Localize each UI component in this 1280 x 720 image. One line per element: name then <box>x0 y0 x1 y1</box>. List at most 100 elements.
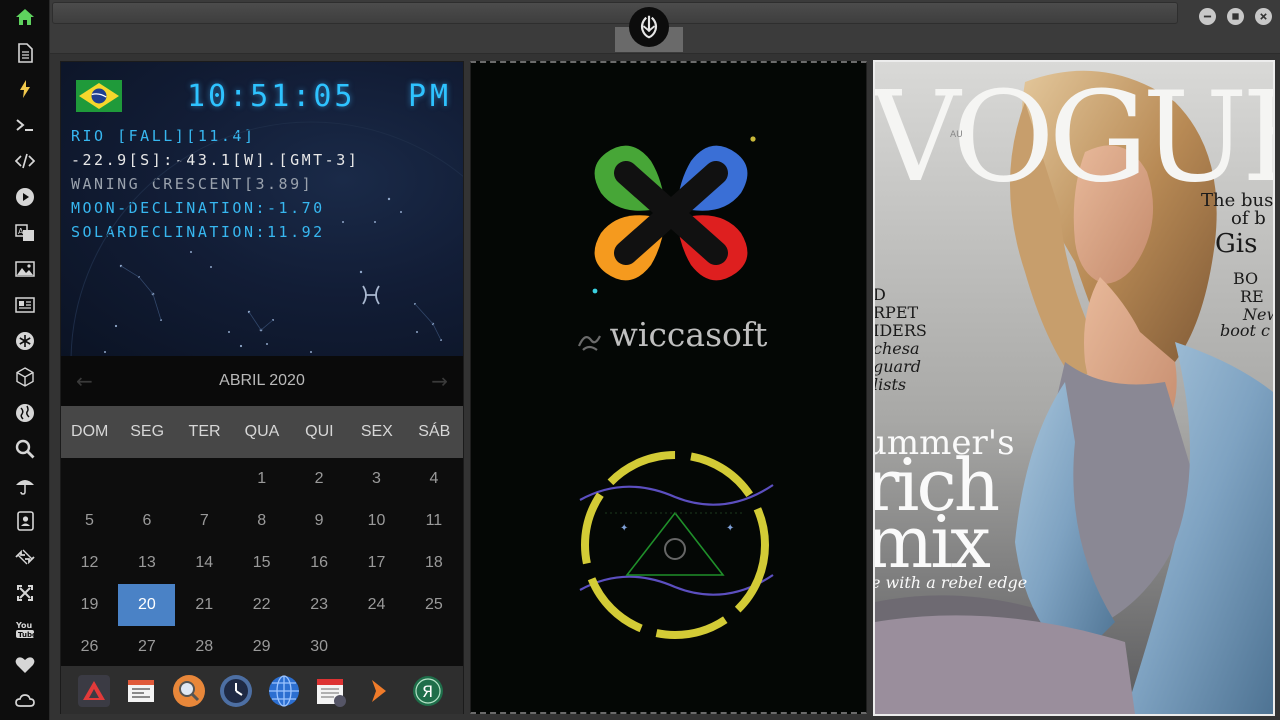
weekday-mon: SEG <box>130 423 165 440</box>
browser-app-icon[interactable] <box>267 674 301 708</box>
svg-text:Gis: Gis <box>1215 229 1257 259</box>
masthead: VOGUE <box>875 65 1273 210</box>
app-dock: Я <box>61 666 463 714</box>
cube-icon[interactable] <box>12 364 38 390</box>
calendar-day[interactable]: 24 <box>348 584 405 626</box>
radiance-app-icon[interactable] <box>77 674 111 708</box>
svg-text:mix: mix <box>875 500 990 584</box>
calendar-day[interactable]: 12 <box>61 542 118 584</box>
calendar-app-icon[interactable] <box>314 674 348 708</box>
svg-text:RPET: RPET <box>875 303 918 322</box>
cloud-icon[interactable] <box>12 688 38 714</box>
svg-text:Tube: Tube <box>18 631 35 639</box>
calendar-day[interactable]: 13 <box>118 542 175 584</box>
yandex-app-icon[interactable]: Я <box>411 674 445 708</box>
aperture-icon[interactable] <box>12 328 38 354</box>
calendar-day[interactable]: 14 <box>176 542 233 584</box>
heart-icon[interactable] <box>12 652 38 678</box>
svg-text:guard: guard <box>875 357 921 376</box>
calendar-day[interactable]: 10 <box>348 500 405 542</box>
prev-month-icon[interactable]: ← <box>76 369 93 393</box>
weekday-wed: QUA <box>244 423 280 440</box>
rebel-alliance-icon[interactable] <box>629 7 669 47</box>
calendar-day[interactable]: 8 <box>233 500 290 542</box>
calendar-day[interactable]: 16 <box>291 542 348 584</box>
maximize-button[interactable] <box>1227 8 1244 25</box>
calendar-day[interactable]: 25 <box>405 584 462 626</box>
calendar-day[interactable]: 2 <box>291 458 348 500</box>
pisces-zodiac-icon <box>357 280 387 316</box>
svg-text:D: D <box>875 285 886 304</box>
lightning-icon[interactable] <box>12 76 38 102</box>
svg-text:boot c: boot c <box>1220 321 1270 340</box>
logo-panel: wiccasoft ✦ ✦ <box>470 61 867 714</box>
calendar-grid: 1 2 3 4 5 6 7 8 9 10 11 12 13 14 15 16 17 18 19 20 21 22 23 24 2… <box>61 458 463 666</box>
calendar-day[interactable]: 29 <box>233 626 290 668</box>
svg-text:IDERS: IDERS <box>875 321 927 340</box>
calendar-day[interactable]: 18 <box>405 542 462 584</box>
calendar-day[interactable]: 26 <box>61 626 118 668</box>
calendar-day[interactable]: 30 <box>291 626 348 668</box>
svg-text:A: A <box>18 227 24 236</box>
triangle-sigil-logo: ✦ ✦ <box>579 451 774 639</box>
calendar-day[interactable]: 19 <box>61 584 118 626</box>
arrow-app-icon[interactable] <box>362 674 396 708</box>
calendar-day[interactable]: 17 <box>348 542 405 584</box>
calendar-day[interactable]: 6 <box>118 500 175 542</box>
close-button[interactable] <box>1255 8 1272 25</box>
news-app-icon[interactable] <box>124 674 158 708</box>
svg-text:✦: ✦ <box>726 523 734 534</box>
sidebar: A You Tube <box>0 0 50 720</box>
magazine-cover-image: VOGUE AU The busi of b Gis BO RE New boo… <box>875 62 1273 714</box>
calendar-day[interactable]: 15 <box>233 542 290 584</box>
calendar-day[interactable]: 28 <box>176 626 233 668</box>
calendar-title: ABRIL 2020 <box>219 372 305 389</box>
clover-logo <box>592 136 756 294</box>
home-icon[interactable] <box>12 4 38 30</box>
address-bar[interactable] <box>52 2 1178 24</box>
svg-text:Я: Я <box>422 682 433 701</box>
calendar-day[interactable]: 23 <box>291 584 348 626</box>
terminal-icon[interactable] <box>12 112 38 138</box>
translate-icon[interactable]: A <box>12 220 38 246</box>
main-area: 10:51:05 PM RIO [FALL][11.4] -22.9[S]:-4… <box>50 54 1280 720</box>
exchange-icon[interactable] <box>12 544 38 570</box>
calendar-day[interactable]: 7 <box>176 500 233 542</box>
contacts-icon[interactable] <box>12 508 38 534</box>
play-icon[interactable] <box>12 184 38 210</box>
next-month-icon[interactable]: → <box>431 369 448 393</box>
clock-app-icon[interactable] <box>219 674 253 708</box>
calendar-day[interactable]: 27 <box>118 626 175 668</box>
calendar-day[interactable]: 22 <box>233 584 290 626</box>
document-icon[interactable] <box>12 40 38 66</box>
weekday-thu: QUI <box>305 423 334 440</box>
weekday-sat: SÁB <box>418 423 451 440</box>
calendar-day-today[interactable]: 20 <box>118 584 176 626</box>
news-icon[interactable] <box>12 292 38 318</box>
calendar-day[interactable]: 3 <box>348 458 405 500</box>
globe-icon[interactable] <box>12 400 38 426</box>
search-icon[interactable] <box>12 436 38 462</box>
calendar-day[interactable]: 21 <box>176 584 233 626</box>
calendar-day[interactable]: 4 <box>405 458 462 500</box>
weekday-tue: TER <box>188 423 221 440</box>
svg-text:You: You <box>15 621 33 630</box>
calendar-day[interactable]: 5 <box>61 500 118 542</box>
youtube-icon[interactable]: You Tube <box>12 616 38 642</box>
umbrella-icon[interactable] <box>12 472 38 498</box>
weekday-sun: DOM <box>71 423 109 440</box>
expand-icon[interactable] <box>12 580 38 606</box>
code-icon[interactable] <box>12 148 38 174</box>
svg-text:AU: AU <box>950 130 963 140</box>
clock-calendar-panel: 10:51:05 PM RIO [FALL][11.4] -22.9[S]:-4… <box>60 61 464 714</box>
svg-text:e with a rebel edge: e with a rebel edge <box>875 573 1027 592</box>
calendar-day[interactable]: 9 <box>291 500 348 542</box>
svg-text:✦: ✦ <box>620 523 628 534</box>
weekday-fri: SEX <box>360 423 393 440</box>
search-app-icon[interactable] <box>172 674 206 708</box>
calendar-day[interactable]: 1 <box>233 458 290 500</box>
minimize-button[interactable] <box>1199 8 1216 25</box>
image-icon[interactable] <box>12 256 38 282</box>
calendar-day[interactable]: 11 <box>405 500 462 542</box>
magazine-cover[interactable]: VOGUE AU The busi of b Gis BO RE New boo… <box>873 60 1275 716</box>
